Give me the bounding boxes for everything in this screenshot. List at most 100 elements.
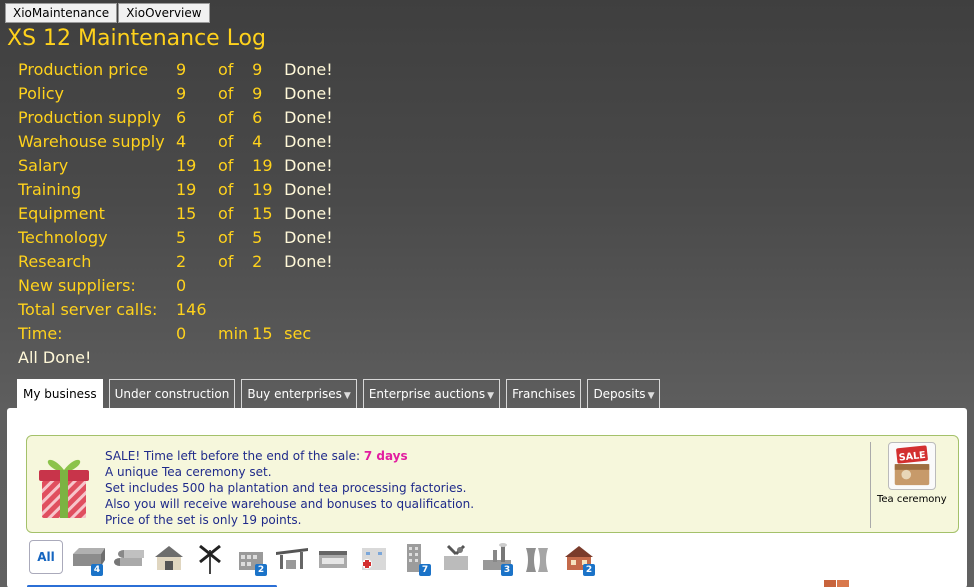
promo-line-3: Set includes 500 ha plantation and tea p… [105, 481, 467, 495]
log-label: Technology [18, 228, 108, 247]
maintenance-log-table: Production price 9 of 9 Done! Policy 9 of 9 Done!… [16, 58, 335, 370]
enterprise-filter-bar: All 4 2 7 3 2 [29, 540, 601, 576]
log-of: of [218, 60, 234, 79]
log-status: Done! [284, 84, 333, 103]
log-row-all-done: All Done! [16, 346, 335, 370]
tab-franchises[interactable]: Franchises [506, 379, 582, 409]
sale-days-left: 7 days [363, 449, 408, 463]
business-tabs: My business Under construction Buy enterpr… [17, 379, 666, 410]
count-badge: 3 [501, 564, 513, 576]
shop-icon[interactable] [314, 540, 352, 576]
tab-label: My business [23, 387, 97, 401]
log-of: of [218, 228, 234, 247]
warehouse-icon[interactable]: 4 [68, 540, 106, 576]
log-label: Training [18, 180, 82, 199]
tab-label: Deposits [593, 387, 646, 401]
log-total: 5 [252, 228, 263, 247]
count-badge: 2 [583, 564, 595, 576]
workshop-icon[interactable] [437, 540, 475, 576]
filter-all-button[interactable]: All [29, 540, 63, 574]
log-row: Technology 5 of 5 Done! [16, 226, 335, 250]
factory-icon[interactable]: 2 [232, 540, 270, 576]
chevron-down-icon: ▼ [647, 391, 655, 401]
log-row-time: Time: 0 min 15 sec [16, 322, 335, 346]
time-seconds: 15 [252, 324, 273, 343]
office-tower-icon[interactable]: 7 [396, 540, 434, 576]
log-current: 4 [176, 132, 187, 151]
xio-overview-button[interactable]: XioOverview [118, 3, 210, 23]
log-value: 146 [176, 300, 207, 319]
chevron-down-icon: ▼ [343, 391, 351, 401]
tea-ceremony-caption: Tea ceremony [877, 494, 947, 505]
log-label: Total server calls: [18, 300, 158, 319]
restaurant-icon[interactable]: 2 [560, 540, 598, 576]
log-of: of [218, 84, 234, 103]
log-total: 2 [252, 252, 263, 271]
log-current: 9 [176, 60, 187, 79]
tab-my-business[interactable]: My business [17, 379, 103, 410]
promo-line-1: SALE! Time left before the end of the sa… [105, 449, 408, 463]
time-sec-unit: sec [284, 324, 312, 343]
sale-badge-icon[interactable]: SALE [888, 442, 936, 490]
log-status: Done! [284, 228, 333, 247]
xio-maintenance-button[interactable]: XioMaintenance [5, 3, 118, 23]
log-label: Equipment [18, 204, 105, 223]
log-status: Done! [284, 204, 333, 223]
log-row: Equipment 15 of 15 Done! [16, 202, 335, 226]
log-of: of [218, 132, 234, 151]
plant-icon[interactable]: 3 [478, 540, 516, 576]
tea-ceremony-offer[interactable]: SALE Tea ceremony [870, 442, 954, 528]
tab-enterprise-auctions[interactable]: Enterprise auctions ▼ [362, 379, 501, 409]
business-panel: SALE! Time left before the end of the sa… [7, 408, 967, 587]
promo-text: SALE! Time left before the end of the sa… [105, 448, 474, 528]
time-min-unit: min [218, 324, 249, 343]
log-total: 4 [252, 132, 263, 151]
hospital-icon[interactable] [355, 540, 393, 576]
log-label: New suppliers: [18, 276, 136, 295]
sale-promo-banner: SALE! Time left before the end of the sa… [26, 435, 959, 533]
svg-text:SALE: SALE [898, 450, 926, 464]
log-status: Done! [284, 108, 333, 127]
tab-deposits[interactable]: Deposits ▼ [587, 379, 661, 409]
windmill-icon[interactable] [191, 540, 229, 576]
gas-station-icon[interactable] [273, 540, 311, 576]
log-row-server-calls: Total server calls: 146 [16, 298, 335, 322]
tab-under-construction[interactable]: Under construction [108, 379, 236, 409]
chevron-down-icon: ▼ [487, 391, 495, 401]
log-current: 19 [176, 156, 197, 175]
log-title: XS 12 Maintenance Log [7, 26, 266, 51]
log-label: Production supply [18, 108, 161, 127]
count-badge: 4 [91, 564, 103, 576]
log-of: of [218, 156, 234, 175]
farm-icon[interactable] [150, 540, 188, 576]
pipes-icon[interactable] [109, 540, 147, 576]
cooling-tower-icon[interactable] [519, 540, 557, 576]
gift-box-icon [39, 459, 89, 518]
log-row: Salary 19 of 19 Done! [16, 154, 335, 178]
log-current: 15 [176, 204, 197, 223]
log-row: Production price 9 of 9 Done! [16, 58, 335, 82]
log-current: 19 [176, 180, 197, 199]
tab-label: Buy enterprises [247, 387, 342, 401]
log-total: 15 [252, 204, 273, 223]
time-minutes: 0 [176, 324, 187, 343]
all-done-text: All Done! [18, 348, 92, 367]
log-status: Done! [284, 252, 333, 271]
log-status: Done! [284, 180, 333, 199]
log-status: Done! [284, 132, 333, 151]
log-row: Research 2 of 2 Done! [16, 250, 335, 274]
log-row: Production supply 6 of 6 Done! [16, 106, 335, 130]
tab-label: Enterprise auctions [368, 387, 486, 401]
log-label: Research [18, 252, 92, 271]
log-current: 9 [176, 84, 187, 103]
log-total: 19 [252, 180, 273, 199]
log-of: of [218, 180, 234, 199]
log-row: Policy 9 of 9 Done! [16, 82, 335, 106]
log-current: 2 [176, 252, 187, 271]
tab-buy-enterprises[interactable]: Buy enterprises ▼ [241, 379, 357, 409]
log-total: 9 [252, 60, 263, 79]
promo-line-4: Also you will receive warehouse and bonu… [105, 497, 475, 511]
log-row-new-suppliers: New suppliers: 0 [16, 274, 335, 298]
log-total: 6 [252, 108, 263, 127]
log-value: 0 [176, 276, 187, 295]
